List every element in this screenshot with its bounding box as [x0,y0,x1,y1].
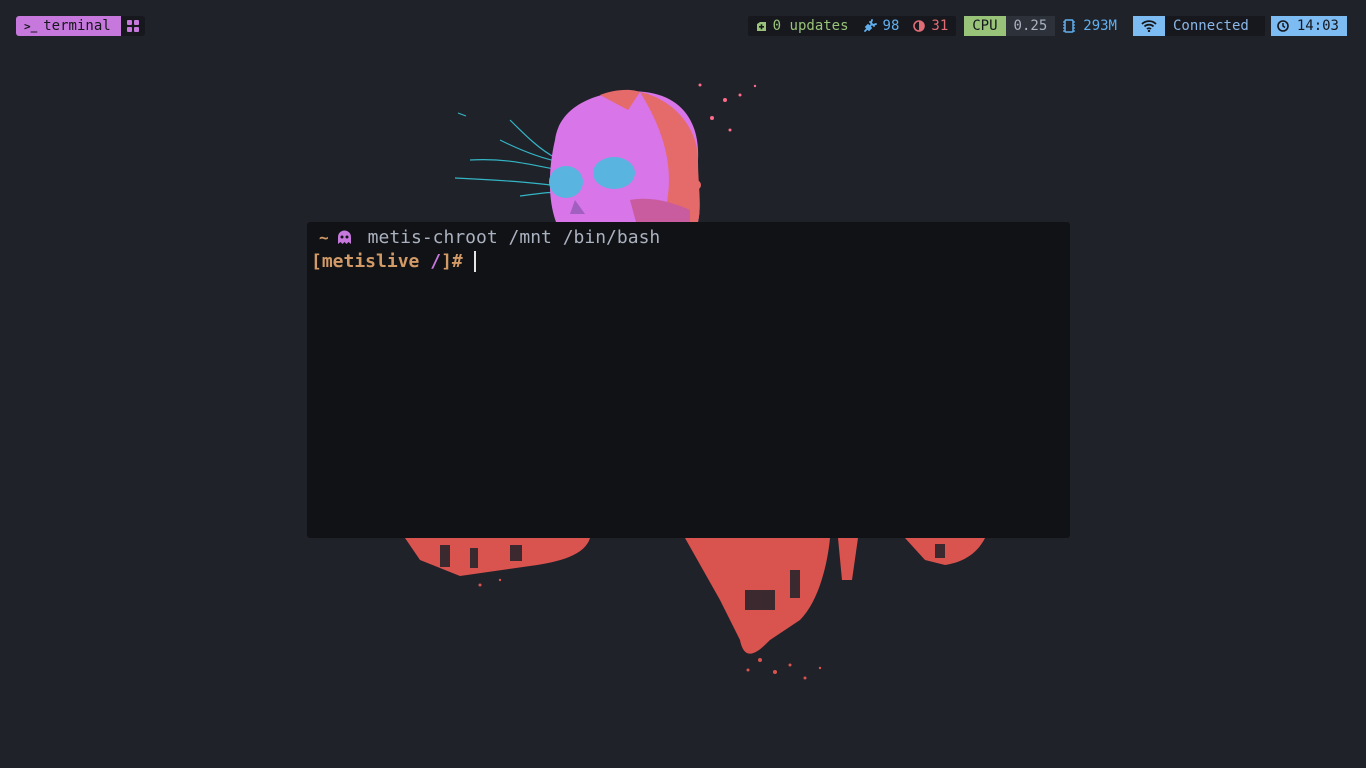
plug-icon [863,19,877,32]
brightness-value: 31 [931,18,949,34]
ghost-icon [337,230,352,245]
clock-icon [1277,20,1289,32]
clock-icon-tag [1270,16,1295,36]
network-status[interactable]: Connected [1164,16,1265,36]
workspace-terminal-button[interactable]: >_ terminal [16,16,121,36]
apps-grid-button[interactable] [120,16,145,36]
workspace-label: terminal [43,18,111,34]
brightness-icon [913,20,926,32]
terminal-prompt-line[interactable]: [metislive /] # [311,249,476,273]
package-icon [756,21,766,31]
power-widget[interactable]: 98 [863,16,900,36]
prompt-close: ] [441,250,452,272]
topbar-left: >_ terminal [16,16,145,36]
memory-widget[interactable]: 293M [1055,16,1127,36]
power-value: 98 [882,18,900,34]
clock-time[interactable]: 14:03 [1294,16,1347,36]
prompt-user: [metislive [311,250,431,272]
wifi-icon [1141,20,1157,32]
terminal-title-bar: ~ metis-chroot /mnt /bin/bash [319,226,660,248]
terminal-icon: >_ [24,19,38,33]
updates-widget[interactable]: 0 updates [756,16,849,36]
title-prefix: ~ [319,227,329,247]
terminal-window[interactable]: ~ metis-chroot /mnt /bin/bash [metislive… [307,222,1070,538]
updates-text: 0 updates [772,18,849,34]
wifi-icon-tag[interactable] [1132,16,1165,36]
grid-icon [126,20,139,32]
prompt-directory: / [430,250,442,272]
memory-value: 293M [1083,18,1117,34]
brightness-widget[interactable]: 31 [913,16,948,36]
desktop: >_ terminal 0 updates 98 31 CPU 0.25 293… [0,0,1366,768]
cpu-label: CPU [964,16,1006,36]
text-cursor [473,250,476,272]
cpu-load-value[interactable]: 0.25 [1005,16,1056,36]
memory-chip-icon [1063,19,1076,33]
status-cluster: 0 updates 98 31 [747,16,957,36]
prompt-symbol: # [451,250,463,272]
terminal-title: metis-chroot /mnt /bin/bash [367,226,661,248]
topbar-right: 0 updates 98 31 CPU 0.25 293M Connected … [747,16,1347,36]
